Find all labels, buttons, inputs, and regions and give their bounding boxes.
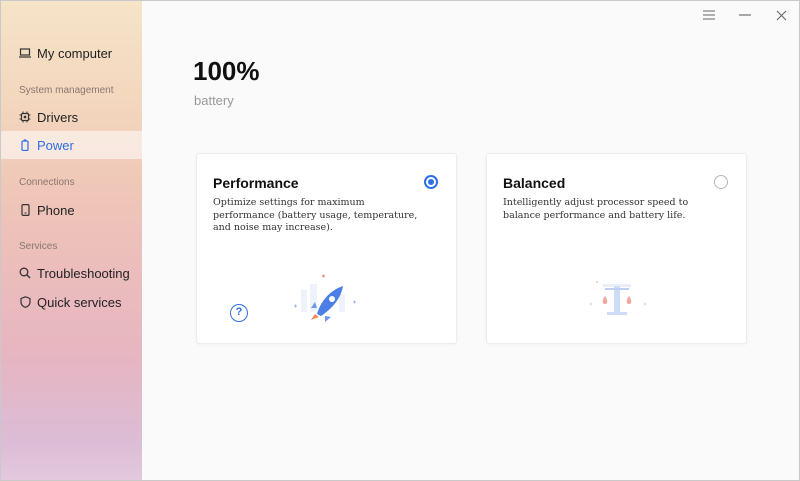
battery-percentage: 100% <box>193 56 260 86</box>
sidebar-item-quick-services[interactable]: Quick services <box>1 288 142 316</box>
sidebar-item-my-computer[interactable]: My computer <box>1 39 142 67</box>
minimize-icon[interactable] <box>738 8 752 22</box>
phone-icon <box>19 204 31 216</box>
section-label-connections: Connections <box>19 177 75 188</box>
section-label-services: Services <box>19 241 58 252</box>
performance-title: Performance <box>213 175 299 191</box>
menu-icon[interactable] <box>702 8 716 22</box>
close-icon[interactable] <box>774 8 788 22</box>
performance-mode-card[interactable]: Performance Optimize settings for maximu… <box>196 153 457 344</box>
sidebar-item-label: Drivers <box>37 109 79 125</box>
balanced-mode-card[interactable]: Balanced Intelligently adjust processor … <box>486 153 747 344</box>
sidebar-item-label: My computer <box>37 45 113 61</box>
rocket-illustration <box>294 274 356 322</box>
sidebar-item-phone[interactable]: Phone <box>1 196 142 224</box>
performance-description: Optimize settings for maximum performanc… <box>213 197 418 233</box>
battery-label: battery <box>194 93 234 108</box>
balanced-radio[interactable] <box>714 175 728 189</box>
sidebar-item-label: Power <box>37 137 74 153</box>
sidebar-item-label: Quick services <box>37 294 122 310</box>
chip-icon <box>19 111 31 123</box>
sidebar-item-power[interactable]: Power <box>1 131 142 159</box>
section-label-system-management: System management <box>19 85 114 96</box>
laptop-icon <box>19 47 31 59</box>
balanced-title: Balanced <box>503 175 566 191</box>
sidebar-item-troubleshooting[interactable]: Troubleshooting <box>1 259 142 287</box>
shield-icon <box>19 296 31 308</box>
sidebar-item-drivers[interactable]: Drivers <box>1 103 142 131</box>
app-window: My computer System management Drivers Po… <box>0 0 800 481</box>
performance-radio[interactable] <box>424 175 438 189</box>
balanced-description: Intelligently adjust processor speed to … <box>503 197 689 221</box>
search-icon <box>19 267 31 279</box>
battery-icon <box>19 139 31 151</box>
help-icon[interactable]: ? <box>230 304 248 322</box>
balance-scale-illustration <box>589 281 647 315</box>
sidebar-item-label: Troubleshooting <box>37 265 130 281</box>
sidebar-item-label: Phone <box>37 202 75 218</box>
sidebar: My computer System management Drivers Po… <box>1 1 142 480</box>
